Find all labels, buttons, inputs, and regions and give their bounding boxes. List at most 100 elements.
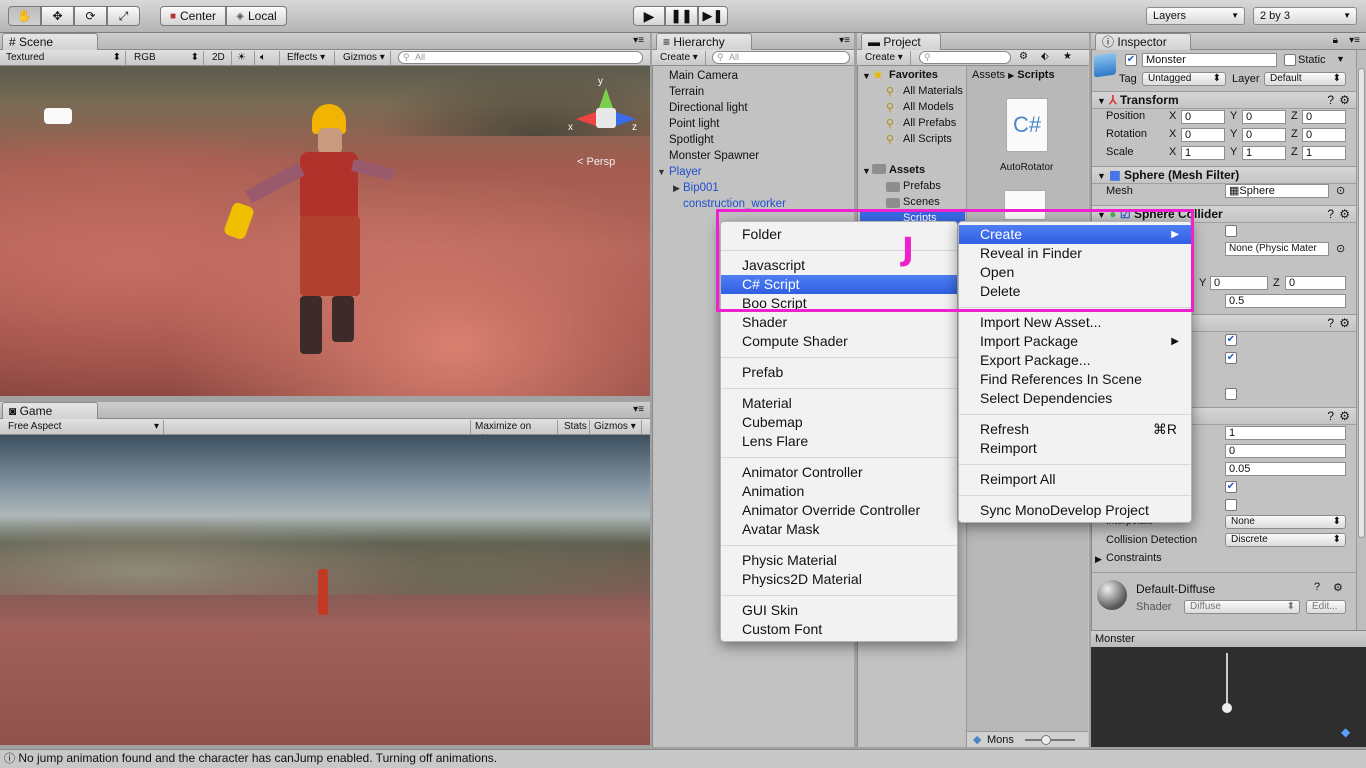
gizmo-y-cone[interactable] bbox=[599, 88, 613, 108]
scene-viewport[interactable]: y x z < Persp bbox=[0, 66, 650, 396]
menu-item-find-references[interactable]: Find References In Scene bbox=[959, 370, 1191, 389]
zoom-slider-handle[interactable] bbox=[1041, 735, 1051, 745]
transform-header[interactable]: ▼ ⅄ Transform? ⚙ bbox=[1092, 91, 1356, 109]
shader-dropdown[interactable]: Diffuse ⬍ bbox=[1184, 600, 1300, 614]
angular-drag-field[interactable]: 0.05 bbox=[1225, 462, 1346, 476]
lighting-toggle[interactable]: ☀ bbox=[233, 51, 255, 65]
expand-arrow-icon[interactable]: ▶ bbox=[673, 183, 680, 194]
use-gravity-checkbox[interactable]: ✔ bbox=[1225, 481, 1237, 493]
menu-item-lens-flare[interactable]: Lens Flare bbox=[721, 432, 957, 451]
tab-scene[interactable]: # Scene bbox=[2, 33, 98, 50]
help-icon[interactable]: ? bbox=[1314, 581, 1320, 593]
favorite-item[interactable]: All Scripts bbox=[903, 133, 952, 145]
hierarchy-item[interactable]: Terrain bbox=[669, 86, 704, 98]
is-kinematic-checkbox[interactable] bbox=[1225, 499, 1237, 511]
chevron-down-icon[interactable]: ▼ bbox=[1336, 54, 1345, 64]
panel-menu-icon[interactable]: ▾≡ bbox=[633, 35, 644, 46]
menu-item-select-dependencies[interactable]: Select Dependencies bbox=[959, 389, 1191, 408]
expand-arrow-icon[interactable]: ▼ bbox=[657, 167, 666, 177]
active-checkbox[interactable]: ✔ bbox=[1125, 54, 1137, 66]
hierarchy-item[interactable]: Main Camera bbox=[669, 70, 738, 82]
audio-toggle[interactable]: 🔈︎ bbox=[256, 51, 280, 65]
stats-toggle[interactable]: Stats bbox=[560, 420, 590, 434]
panel-menu-icon[interactable]: ▾≡ bbox=[633, 404, 644, 415]
menu-item-reimport-all[interactable]: Reimport All bbox=[959, 470, 1191, 489]
static-checkbox[interactable] bbox=[1284, 54, 1296, 66]
scale-y-field[interactable]: 1 bbox=[1242, 146, 1286, 160]
rotate-tool-button[interactable]: ⟳ bbox=[74, 6, 107, 26]
layers-dropdown[interactable]: Layers ▼ bbox=[1146, 7, 1245, 25]
help-icon[interactable]: ? bbox=[1327, 315, 1334, 331]
pause-button[interactable]: ❚❚ bbox=[665, 6, 698, 26]
project-create-dropdown[interactable]: Create ▾ bbox=[861, 51, 911, 65]
use-light-probes-checkbox[interactable] bbox=[1225, 388, 1237, 400]
menu-item-prefab[interactable]: Prefab bbox=[721, 363, 957, 382]
menu-item-custom-font[interactable]: Custom Font bbox=[721, 620, 957, 639]
position-y-field[interactable]: 0 bbox=[1242, 110, 1286, 124]
menu-item-animator-controller[interactable]: Animator Controller bbox=[721, 463, 957, 482]
center-z-field[interactable]: 0 bbox=[1285, 276, 1346, 290]
mesh-filter-header[interactable]: ▼ ▦ Sphere (Mesh Filter) bbox=[1092, 166, 1356, 184]
object-picker-icon[interactable]: ⊙ bbox=[1336, 242, 1345, 255]
mode-2d-toggle[interactable]: 2D bbox=[208, 51, 232, 65]
position-x-field[interactable]: 0 bbox=[1181, 110, 1225, 124]
menu-item-material[interactable]: Material bbox=[721, 394, 957, 413]
render-mode-dropdown[interactable]: Textured ⬍ bbox=[2, 51, 126, 65]
menu-item-gui-skin[interactable]: GUI Skin bbox=[721, 601, 957, 620]
expand-arrow-icon[interactable]: ▼ bbox=[862, 71, 871, 81]
favorites-header[interactable]: Favorites bbox=[889, 69, 938, 81]
play-button[interactable]: ▶ bbox=[633, 6, 665, 26]
panel-menu-icon[interactable]: ▾≡ bbox=[839, 35, 850, 46]
help-icon[interactable]: ? bbox=[1327, 408, 1334, 424]
favorite-star-icon[interactable]: ★ bbox=[1063, 51, 1072, 62]
menu-item-avatar-mask[interactable]: Avatar Mask bbox=[721, 520, 957, 539]
collision-detection-dropdown[interactable]: Discrete ⬍ bbox=[1225, 533, 1346, 547]
menu-item-animator-override-controller[interactable]: Animator Override Controller bbox=[721, 501, 957, 520]
rotation-z-field[interactable]: 0 bbox=[1302, 128, 1346, 142]
csharp-file-icon[interactable]: C# bbox=[1006, 98, 1048, 152]
object-name-field[interactable]: Monster bbox=[1142, 53, 1277, 67]
scale-tool-button[interactable]: ⤢ bbox=[107, 6, 140, 26]
is-trigger-checkbox[interactable] bbox=[1225, 225, 1237, 237]
breadcrumb-root[interactable]: Assets bbox=[972, 69, 1005, 81]
orientation-gizmo[interactable]: y x z bbox=[568, 76, 637, 148]
move-tool-button[interactable]: ✥ bbox=[41, 6, 74, 26]
pivot-local-button[interactable]: ◈ Local bbox=[226, 6, 287, 26]
maximize-on-play-toggle[interactable]: Maximize on Play bbox=[470, 420, 558, 445]
preview-header[interactable]: Monster bbox=[1091, 630, 1366, 647]
scene-search-input[interactable]: ⚲ All bbox=[398, 51, 643, 64]
edit-shader-button[interactable]: Edit... bbox=[1306, 600, 1346, 614]
step-button[interactable]: ▶❚ bbox=[698, 6, 728, 26]
menu-item-cubemap[interactable]: Cubemap bbox=[721, 413, 957, 432]
aspect-dropdown[interactable]: Free Aspect ▾ bbox=[4, 420, 164, 434]
tab-inspector[interactable]: ⓘ Inspector bbox=[1095, 33, 1191, 50]
filter-type-icon[interactable]: ⚙ bbox=[1019, 51, 1028, 62]
gizmo-center-cube[interactable] bbox=[596, 108, 616, 128]
file-label[interactable]: AutoRotator bbox=[1000, 162, 1053, 173]
help-icon[interactable]: ? bbox=[1327, 206, 1334, 222]
hierarchy-item[interactable]: Spotlight bbox=[669, 134, 714, 146]
favorite-item[interactable]: All Materials bbox=[903, 85, 963, 97]
tab-project[interactable]: ▬ Project bbox=[861, 33, 941, 50]
gear-icon[interactable]: ⚙ bbox=[1339, 206, 1350, 222]
gear-icon[interactable]: ⚙ bbox=[1333, 581, 1343, 594]
menu-item-export-package[interactable]: Export Package... bbox=[959, 351, 1191, 370]
game-viewport[interactable] bbox=[0, 435, 650, 745]
gizmo-x-cone[interactable] bbox=[576, 112, 596, 126]
hierarchy-item[interactable]: Directional light bbox=[669, 102, 748, 114]
scale-x-field[interactable]: 1 bbox=[1181, 146, 1225, 160]
breadcrumb-leaf[interactable]: Scripts bbox=[1017, 69, 1054, 81]
lock-icon[interactable]: 🔒︎ bbox=[1333, 35, 1338, 46]
layer-dropdown[interactable]: Default ⬍ bbox=[1264, 72, 1346, 86]
game-gizmos-dropdown[interactable]: Gizmos ▾ bbox=[590, 420, 642, 434]
panel-menu-icon[interactable]: ▾≡ bbox=[1349, 35, 1360, 46]
menu-item-reimport[interactable]: Reimport bbox=[959, 439, 1191, 458]
effects-dropdown[interactable]: Effects ▾ bbox=[283, 51, 335, 65]
assets-subfolder[interactable]: Prefabs bbox=[903, 180, 941, 192]
gizmos-dropdown[interactable]: Gizmos ▾ bbox=[339, 51, 391, 65]
assets-folder[interactable]: Assets bbox=[889, 164, 925, 176]
gear-icon[interactable]: ⚙ bbox=[1339, 408, 1350, 424]
physic-material-field[interactable]: None (Physic Mater bbox=[1225, 242, 1329, 256]
menu-item-shader[interactable]: Shader bbox=[721, 313, 957, 332]
project-search-input[interactable]: ⚲ bbox=[919, 51, 1011, 64]
